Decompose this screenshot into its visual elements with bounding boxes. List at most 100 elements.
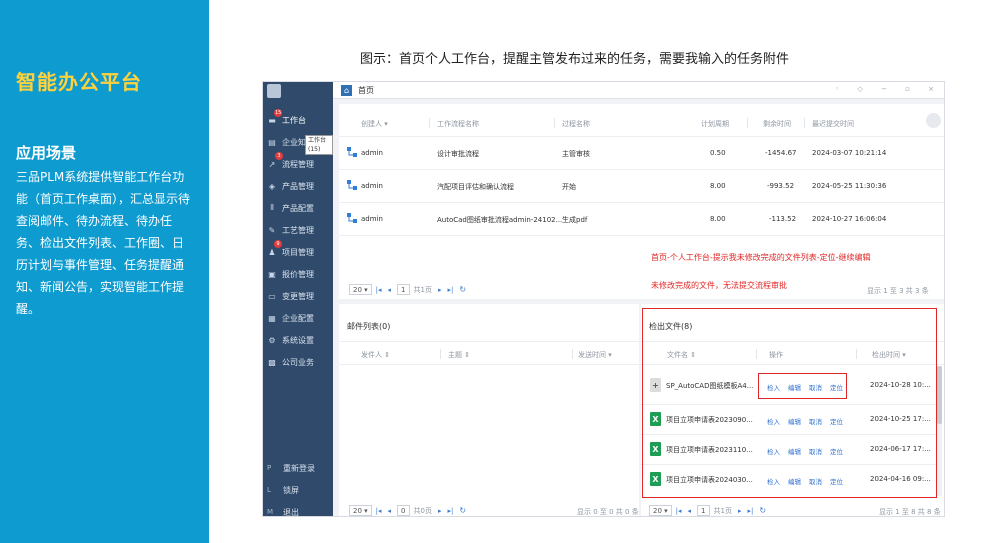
lock-label: 锁屏 (283, 485, 299, 495)
sidebar-item-label: 产品配置 (282, 203, 314, 213)
page-total: 共1页 (413, 285, 432, 294)
workbench-tooltip: 工作台(15) (305, 135, 333, 155)
annotation-note: 首页-个人工作台-提示我未修改完成的文件列表-定位-继续编辑 (651, 253, 871, 262)
workflow-icon (347, 180, 357, 190)
task-deadline: 2024-03-07 10:21:14 (812, 149, 887, 157)
relogin-button[interactable]: P 重新登录 (263, 458, 333, 478)
task-creator: admin (361, 149, 383, 157)
refresh-icon[interactable]: ↻ (459, 506, 466, 515)
avatar[interactable] (267, 84, 281, 98)
sidebar-item-business[interactable]: ▩ 公司业务 (263, 351, 333, 373)
page-number-input[interactable]: 1 (697, 505, 710, 516)
workflow-icon (347, 213, 357, 223)
quote-icon: ▣ (268, 269, 276, 279)
task-workflow-name[interactable]: 汽配项目评估和确认流程 (437, 182, 514, 192)
sidebar-item-enterprise[interactable]: ▦ 企业配置 (263, 307, 333, 329)
prev-page-icon[interactable]: ◂ (688, 507, 692, 515)
col-divider (554, 118, 555, 128)
change-icon: ▭ (268, 291, 276, 301)
header-divider (339, 136, 944, 137)
last-page-icon[interactable]: ▸| (748, 507, 754, 515)
scrollbar-thumb[interactable] (937, 366, 942, 424)
scenario-heading: 应用场景 (16, 144, 77, 162)
mail-panel-title: 邮件列表(0) (347, 322, 391, 331)
mail-list-panel: 邮件列表(0) 发件人 ⇕ 主题 ⇕ 发送时间 ▾ 20 ▾ |◂ ◂ 0 共0… (339, 304, 639, 516)
next-page-icon[interactable]: ▸ (738, 507, 742, 515)
last-page-icon[interactable]: ▸| (448, 507, 454, 515)
prev-page-icon[interactable]: ◂ (388, 286, 392, 294)
last-page-icon[interactable]: ▸| (448, 286, 454, 294)
relogin-label: 重新登录 (283, 463, 315, 473)
col-workflow[interactable]: 工作流程名称 (437, 119, 479, 129)
task-pagination: 20 ▾ |◂ ◂ 1 共1页 ▸ ▸| ↻ (349, 284, 466, 295)
relogin-key: P (267, 464, 272, 472)
col-divider (572, 349, 573, 359)
column-settings-button[interactable] (926, 113, 941, 128)
logout-button[interactable]: M 退出 (263, 502, 333, 517)
task-cycle: 0.50 (710, 149, 726, 157)
row-divider (339, 169, 944, 170)
tab-home[interactable]: 首页 (358, 85, 374, 96)
sidebar-item-label: 企业配置 (282, 313, 314, 323)
sidebar-item-craft[interactable]: ✎ 工艺管理 (263, 219, 333, 241)
task-process-name: 开始 (562, 183, 576, 191)
screenshot-caption: 图示：首页个人工作台，提醒主管发布过来的任务，需要我输入的任务附件 (360, 52, 790, 67)
col-remaining[interactable]: 剩余时间 (763, 119, 791, 129)
sidebar-item-label: 流程管理 (282, 159, 314, 169)
sidebar-item-workflow[interactable]: ↗ 流程管理 (263, 153, 333, 175)
tab-bar: ⌂ 首页 ◦ ◇ − ▫ × (333, 82, 944, 99)
sidebar-item-change[interactable]: ▭ 变更管理 (263, 285, 333, 307)
next-page-icon[interactable]: ▸ (438, 507, 442, 515)
page-number-input[interactable]: 0 (397, 505, 410, 516)
first-page-icon[interactable]: |◂ (676, 507, 682, 515)
sidebar-item-settings[interactable]: ⚙ 系统设置 (263, 329, 333, 351)
sidebar-item-label: 项目管理 (282, 247, 314, 257)
refresh-icon[interactable]: ↻ (759, 506, 766, 515)
col-creator[interactable]: 创建人 ▾ (361, 119, 388, 129)
sidebar-item-label: 公司业务 (282, 357, 314, 367)
lock-screen-button[interactable]: L 锁屏 (263, 480, 333, 500)
col-send-time[interactable]: 发送时间 ▾ (578, 350, 612, 360)
prev-page-icon[interactable]: ◂ (388, 507, 392, 515)
annotation-note: 未修改完成的文件，无法提交流程审批 (651, 281, 787, 290)
title-divider (339, 341, 639, 342)
sidebar-item-label: 企业知 (282, 137, 306, 147)
first-page-icon[interactable]: |◂ (376, 507, 382, 515)
sidebar-item-label: 变更管理 (282, 291, 314, 301)
logout-key: M (267, 508, 274, 516)
sidebar-item-product[interactable]: ◈ 产品管理 (263, 175, 333, 197)
col-sender[interactable]: 发件人 ⇕ (361, 350, 390, 360)
info-panel: 智能办公平台 应用场景 三品PLM系统提供智能工作台功能（首页工作桌面），汇总显… (0, 0, 209, 543)
col-subject[interactable]: 主题 ⇕ (448, 350, 470, 360)
page-size-select[interactable]: 20 ▾ (349, 284, 372, 295)
window-controls[interactable]: ◦ ◇ − ▫ × (835, 85, 942, 93)
task-workflow-name[interactable]: AutoCad图纸审批流程admin-24102... (437, 215, 562, 225)
home-icon[interactable]: ⌂ (341, 84, 352, 96)
task-page-summary: 显示 1 至 3 共 3 条 (867, 287, 929, 295)
page-total: 共1页 (713, 506, 732, 515)
task-creator: admin (361, 182, 383, 190)
sidebar-item-product-config[interactable]: ⫴ 产品配置 (263, 197, 333, 219)
page-size-select[interactable]: 20 ▾ (649, 505, 672, 516)
sidebar-item-label: 系统设置 (282, 335, 314, 345)
plm-app-window: ▬ 工作台 15 ▤ 企业知 工作台(15) ↗ 流程管理 3 ◈ 产品管理 ⫴… (262, 81, 945, 517)
page-number-input[interactable]: 1 (397, 284, 410, 295)
checkout-pagination: 20 ▾ |◂ ◂ 1 共1页 ▸ ▸| ↻ (649, 505, 766, 516)
platform-title: 智能办公平台 (16, 70, 142, 94)
sidebar-item-quote[interactable]: ▣ 报价管理 (263, 263, 333, 285)
page-total: 共0页 (413, 506, 432, 515)
checkout-highlight-frame (642, 308, 937, 498)
next-page-icon[interactable]: ▸ (438, 286, 442, 294)
refresh-icon[interactable]: ↻ (459, 285, 466, 294)
task-workflow-name[interactable]: 设计审批流程 (437, 149, 479, 159)
col-cycle[interactable]: 计划周期 (701, 119, 729, 129)
process-icon: ✎ (268, 225, 276, 235)
sidebar-nav: ▬ 工作台 15 ▤ 企业知 工作台(15) ↗ 流程管理 3 ◈ 产品管理 ⫴… (263, 82, 333, 517)
first-page-icon[interactable]: |◂ (376, 286, 382, 294)
col-process[interactable]: 过程名称 (562, 119, 590, 129)
page-size-select[interactable]: 20 ▾ (349, 505, 372, 516)
sidebar-item-label: 报价管理 (282, 269, 314, 279)
task-process-name: 生成pdf (562, 216, 588, 224)
col-deadline[interactable]: 最迟提交时间 (812, 119, 854, 129)
row-divider (339, 202, 944, 203)
